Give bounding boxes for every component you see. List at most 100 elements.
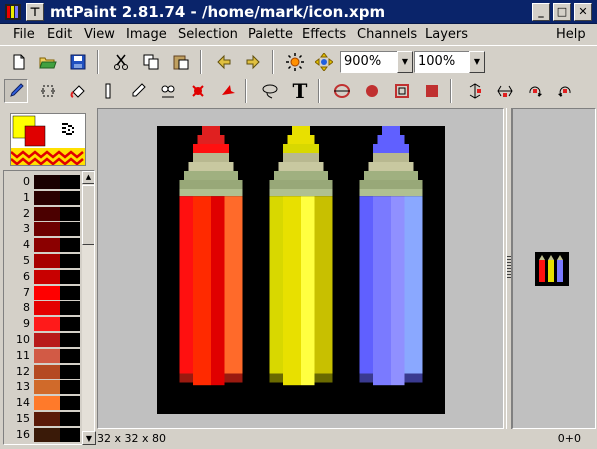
redo-arrow-icon[interactable]	[241, 50, 265, 74]
palette-swatch[interactable]	[34, 348, 60, 363]
rect-outline-icon[interactable]	[390, 79, 414, 103]
palette-swatch[interactable]	[34, 238, 60, 253]
red-pencil-wood	[184, 171, 238, 180]
flip-vertical-icon[interactable]	[463, 79, 487, 103]
palette-entry[interactable]: 15	[4, 411, 80, 427]
zoom-dropdown-button[interactable]: ▼	[397, 51, 413, 73]
cursor-position-label: 0+0	[557, 432, 581, 445]
rotate-ccw-icon[interactable]	[553, 79, 577, 103]
palette-index: 9	[23, 317, 30, 331]
menu-help[interactable]: Help	[556, 27, 586, 42]
shuffle-icon[interactable]	[36, 79, 60, 103]
palette-entry[interactable]: 9	[4, 316, 80, 332]
ellipse-filled-icon[interactable]	[360, 79, 384, 103]
red-pencil-wood	[179, 189, 243, 197]
palette-entry[interactable]: 0	[4, 174, 80, 190]
minimize-button[interactable]: _	[532, 3, 550, 21]
palette-index: 13	[16, 380, 30, 394]
palette-swatch[interactable]	[34, 285, 60, 300]
palette-swatch[interactable]	[34, 190, 60, 205]
palette-entry[interactable]: 13	[4, 379, 80, 395]
palette-entry[interactable]: 6	[4, 269, 80, 285]
pan-icon[interactable]	[312, 50, 336, 74]
select-rect-icon[interactable]	[186, 79, 210, 103]
palette-swatch[interactable]	[34, 333, 60, 347]
yellow-pencil-tip	[283, 144, 319, 153]
smudge-icon[interactable]	[126, 79, 150, 103]
menu-layers[interactable]: Layers	[425, 27, 468, 42]
undo-arrow-icon[interactable]	[212, 50, 236, 74]
red-pencil-body	[179, 196, 193, 381]
palette-swatch-mask	[60, 238, 80, 253]
menu-file[interactable]: File	[13, 27, 35, 42]
brightness-icon[interactable]	[283, 50, 307, 74]
palette-entry[interactable]: 10	[4, 332, 80, 348]
opacity-combo[interactable]: 100%	[414, 51, 470, 73]
palette-swatch-mask	[60, 333, 80, 347]
palette-swatch[interactable]	[34, 412, 60, 426]
menu-channels[interactable]: Channels	[357, 27, 417, 42]
palette-entry[interactable]: 7	[4, 285, 80, 301]
palette-entry[interactable]: 5	[4, 253, 80, 269]
palette-swatch[interactable]	[34, 254, 60, 268]
palette-entry[interactable]: 1	[4, 190, 80, 206]
scroll-thumb[interactable]	[82, 185, 94, 245]
color-selector[interactable]	[10, 113, 86, 166]
palette-swatch[interactable]	[34, 175, 60, 189]
palette-swatch-mask	[60, 412, 80, 426]
red-pencil-wood	[179, 180, 243, 189]
palette-swatch[interactable]	[34, 396, 60, 411]
app-icon[interactable]	[5, 4, 21, 20]
palette-swatch[interactable]	[34, 364, 60, 379]
rect-filled-icon[interactable]	[420, 79, 444, 103]
new-file-icon[interactable]	[7, 50, 31, 74]
palette-entry[interactable]: 4	[4, 237, 80, 253]
maximize-button[interactable]: □	[553, 3, 571, 21]
palette-swatch[interactable]	[34, 222, 60, 237]
palette-swatch[interactable]	[34, 206, 60, 221]
opacity-dropdown-button[interactable]: ▼	[469, 51, 485, 73]
menu-effects[interactable]: Effects	[302, 27, 346, 42]
cut-icon[interactable]	[109, 50, 133, 74]
lasso-icon[interactable]	[258, 79, 282, 103]
palette-list[interactable]: 0 1 2 3 4 5 6 7 8 9 10 11 12 13 14 15 16 ▲	[3, 170, 95, 445]
rotate-cw-icon[interactable]	[523, 79, 547, 103]
palette-entry[interactable]: 11	[4, 348, 80, 364]
palette-entry[interactable]: 12	[4, 364, 80, 380]
palette-scrollbar[interactable]: ▲	[81, 171, 94, 444]
pin-window-button[interactable]: ⊤	[26, 3, 44, 21]
palette-entry[interactable]: 2	[4, 206, 80, 222]
open-file-icon[interactable]	[36, 50, 60, 74]
paint-brush-icon[interactable]	[4, 79, 28, 103]
clone-icon[interactable]	[156, 79, 180, 103]
zoom-combo[interactable]: 900%	[340, 51, 398, 73]
menu-image[interactable]: Image	[126, 27, 167, 42]
paste-icon[interactable]	[169, 50, 193, 74]
menu-view[interactable]: View	[84, 27, 115, 42]
palette-swatch[interactable]	[34, 317, 60, 332]
save-file-icon[interactable]	[66, 50, 90, 74]
palette-swatch[interactable]	[34, 380, 60, 395]
copy-icon[interactable]	[139, 50, 163, 74]
red-pencil-tip	[202, 126, 220, 135]
yellow-pencil-body	[269, 196, 283, 381]
line-tool-icon[interactable]	[96, 79, 120, 103]
palette-index: 7	[23, 285, 30, 299]
palette-entry[interactable]: 14	[4, 395, 80, 411]
menu-edit[interactable]: Edit	[47, 27, 72, 42]
scroll-up-arrow-icon[interactable]: ▲	[82, 171, 94, 184]
flood-fill-icon[interactable]	[66, 79, 90, 103]
menu-palette[interactable]: Palette	[248, 27, 293, 42]
palette-swatch[interactable]	[34, 301, 60, 316]
palette-entry[interactable]: 3	[4, 221, 80, 237]
select-polygon-icon[interactable]	[216, 79, 240, 103]
close-button[interactable]: ✕	[574, 3, 592, 21]
image-canvas[interactable]	[157, 126, 445, 414]
text-icon[interactable]: T	[288, 79, 312, 103]
palette-entry[interactable]: 8	[4, 300, 80, 316]
canvas-area[interactable]	[97, 108, 504, 429]
menu-selection[interactable]: Selection	[178, 27, 238, 42]
palette-swatch[interactable]	[34, 269, 60, 284]
flip-horizontal-icon[interactable]	[493, 79, 517, 103]
ellipse-outline-icon[interactable]	[330, 79, 354, 103]
